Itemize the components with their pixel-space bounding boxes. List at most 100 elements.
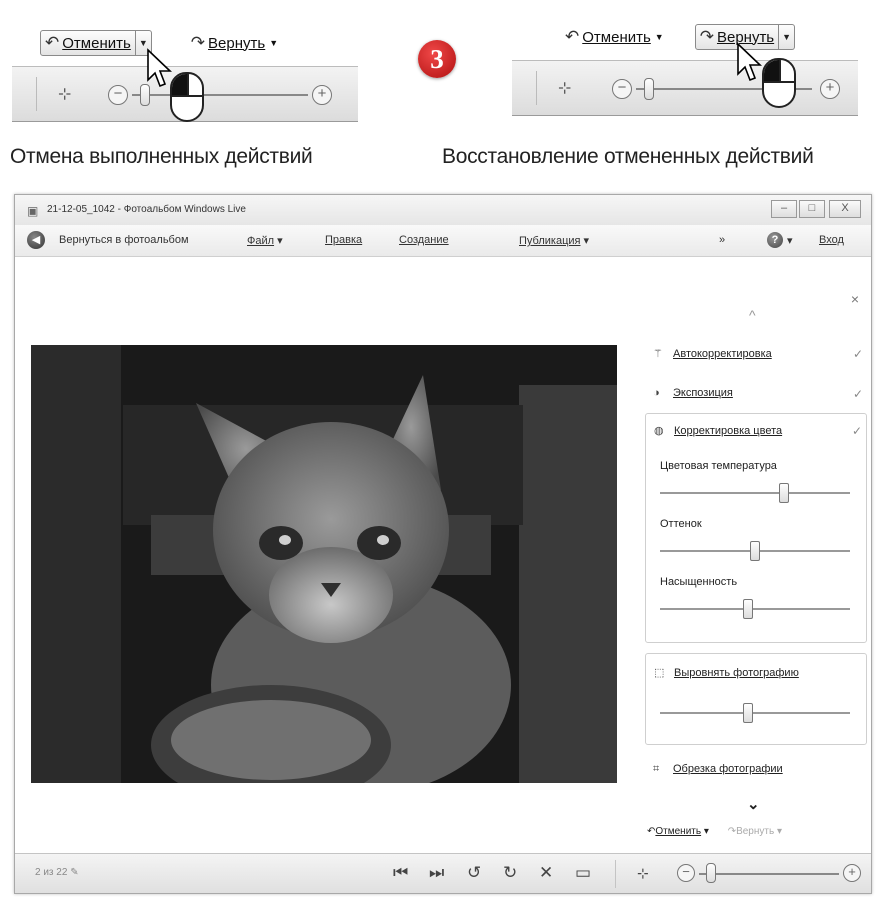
chevron-down-icon: ▼ xyxy=(269,38,279,48)
straighten-track[interactable] xyxy=(660,712,850,714)
wand-icon: ⚚ xyxy=(653,348,663,360)
left-undo-button[interactable]: ↶ Отменить xyxy=(40,30,136,56)
undo-icon: ↶ xyxy=(565,27,580,46)
chevron-down-icon: ▼ xyxy=(654,32,664,42)
redo-icon: ↷ xyxy=(190,33,206,52)
color-adjust-item[interactable]: ◍ Корректировка цвета xyxy=(654,424,782,437)
menu-more[interactable]: » xyxy=(719,234,725,246)
temperature-slider[interactable] xyxy=(778,483,789,503)
minimize-button[interactable]: – xyxy=(771,200,797,218)
left-undo-split-button[interactable]: ↶ Отменить ▼ xyxy=(40,30,152,56)
left-undo-label: Отменить xyxy=(62,34,131,52)
auto-adjust-item[interactable]: ⚚ Автокорректировка xyxy=(653,347,772,360)
title-bar: ▣ 21-12-05_1042 - Фотоальбом Windows Liv… xyxy=(15,195,871,225)
left-redo-label: Вернуть xyxy=(208,34,266,52)
delete-icon[interactable]: ✕ xyxy=(539,863,553,883)
right-zoom-bar: ⊹ − + xyxy=(512,60,858,116)
zoom-out-icon[interactable]: − xyxy=(108,85,128,105)
undo-icon: ↶ xyxy=(45,33,60,52)
menu-login-label: Вход xyxy=(819,234,844,246)
photo-counter: 2 из 22 ✎ xyxy=(35,867,79,878)
right-undo-button[interactable]: ↶ Отменить ▼ xyxy=(560,24,669,50)
pane-undo-label: Отменить xyxy=(655,826,702,837)
straighten-item[interactable]: ⬚ Выровнять фотографию xyxy=(654,666,799,679)
right-redo-dropdown[interactable]: ▼ xyxy=(779,24,796,50)
chevron-down-icon[interactable]: ⌄ xyxy=(747,795,760,813)
divider xyxy=(615,860,616,888)
right-undo-label: Отменить xyxy=(582,28,651,46)
color-adjust-label: Корректировка цвета xyxy=(674,425,783,437)
fit-icon[interactable]: ⊹ xyxy=(58,84,71,104)
zoom-out-icon[interactable]: − xyxy=(677,864,695,882)
zoom-in-icon[interactable]: + xyxy=(820,79,840,99)
redo-icon: ↷ xyxy=(699,27,714,46)
help-icon[interactable]: ? xyxy=(767,232,783,248)
app-icon: ▣ xyxy=(27,204,39,218)
scroll-up-icon[interactable]: ^ xyxy=(749,307,756,323)
color-icon: ◍ xyxy=(654,425,664,437)
menu-file-label: Файл xyxy=(247,235,275,247)
divider xyxy=(36,77,37,111)
color-adjust-group: ◍ Корректировка цвета ✓ Цветовая температ… xyxy=(645,413,867,643)
crop-label: Обрезка фотографии xyxy=(673,763,783,775)
status-bar: 2 из 22 ✎ ⏮ ⏭ ↺ ↻ ✕ ▭ ⊹ − + xyxy=(15,853,871,893)
previous-icon[interactable]: ⏮ xyxy=(393,863,408,883)
saturation-track[interactable] xyxy=(660,608,850,610)
temperature-label: Цветовая температура xyxy=(660,460,777,472)
back-icon[interactable]: ◀ xyxy=(27,231,45,249)
menu-create-label: Создание xyxy=(399,234,449,246)
left-caption: Отмена выполненных действий xyxy=(10,145,313,168)
rotate-left-icon[interactable]: ↺ xyxy=(467,863,481,883)
menu-edit-label: Правка xyxy=(325,234,363,246)
check-icon: ✓ xyxy=(852,347,863,361)
zoom-out-icon[interactable]: − xyxy=(612,79,632,99)
zoom-in-icon[interactable]: + xyxy=(312,85,332,105)
divider xyxy=(536,71,537,105)
crop-item[interactable]: ⌗ Обрезка фотографии xyxy=(653,763,783,776)
menu-bar: ◀ Вернуться в фотоальбом Файл ▾ Правка С… xyxy=(15,225,871,257)
check-icon: ✓ xyxy=(851,424,862,438)
tint-label: Оттенок xyxy=(660,518,702,530)
tint-slider[interactable] xyxy=(750,541,760,561)
pane-undo-button[interactable]: ↶Отменить ▾ xyxy=(647,826,709,837)
menu-login[interactable]: Вход xyxy=(819,234,844,246)
zoom-track[interactable] xyxy=(699,873,839,875)
pencil-icon[interactable]: ✎ xyxy=(70,867,78,878)
saturation-slider[interactable] xyxy=(742,599,753,619)
exposure-label: Экспозиция xyxy=(673,387,733,399)
exposure-item[interactable]: ◑ Экспозиция xyxy=(653,387,733,399)
left-redo-button[interactable]: ↷ Вернуть ▼ xyxy=(186,30,283,56)
close-button[interactable]: X xyxy=(829,200,861,218)
menu-back-to-gallery[interactable]: Вернуться в фотоальбом xyxy=(59,234,189,246)
help-dropdown[interactable]: ▾ xyxy=(787,234,793,247)
zoom-thumb[interactable] xyxy=(644,78,655,100)
kitten-photo xyxy=(31,345,617,783)
saturation-label: Насыщенность xyxy=(660,576,738,588)
straighten-icon: ⬚ xyxy=(654,667,665,679)
maximize-button[interactable]: □ xyxy=(799,200,825,218)
rotate-right-icon[interactable]: ↻ xyxy=(503,863,517,883)
menu-publish-label: Публикация xyxy=(519,235,581,247)
slideshow-icon[interactable]: ▭ xyxy=(575,863,591,883)
menu-create[interactable]: Создание xyxy=(399,234,449,246)
zoom-thumb[interactable] xyxy=(705,863,716,883)
photo-gallery-window: ▣ 21-12-05_1042 - Фотоальбом Windows Liv… xyxy=(14,194,872,894)
fit-icon[interactable]: ⊹ xyxy=(558,78,571,98)
pane-redo-button[interactable]: ↷Вернуть ▾ xyxy=(728,826,782,837)
menu-publish[interactable]: Публикация ▾ xyxy=(519,234,589,247)
straighten-slider[interactable] xyxy=(742,703,753,723)
next-icon[interactable]: ⏭ xyxy=(429,863,444,883)
zoom-in-icon[interactable]: + xyxy=(843,864,861,882)
redo-icon: ↷ xyxy=(727,826,737,837)
chevron-down-icon: ▾ xyxy=(583,235,590,247)
straighten-group: ⬚ Выровнять фотографию xyxy=(645,653,867,745)
photo-view[interactable] xyxy=(31,345,617,783)
temperature-track[interactable] xyxy=(660,492,850,494)
straighten-label: Выровнять фотографию xyxy=(674,667,799,679)
fit-icon[interactable]: ⊹ xyxy=(637,865,649,882)
menu-edit[interactable]: Правка xyxy=(325,234,362,246)
zoom-track[interactable] xyxy=(132,94,308,96)
step-badge-3: 3 xyxy=(418,40,456,78)
window-title: 21-12-05_1042 - Фотоальбом Windows Live xyxy=(47,204,246,215)
menu-file[interactable]: Файл ▾ xyxy=(247,234,283,247)
